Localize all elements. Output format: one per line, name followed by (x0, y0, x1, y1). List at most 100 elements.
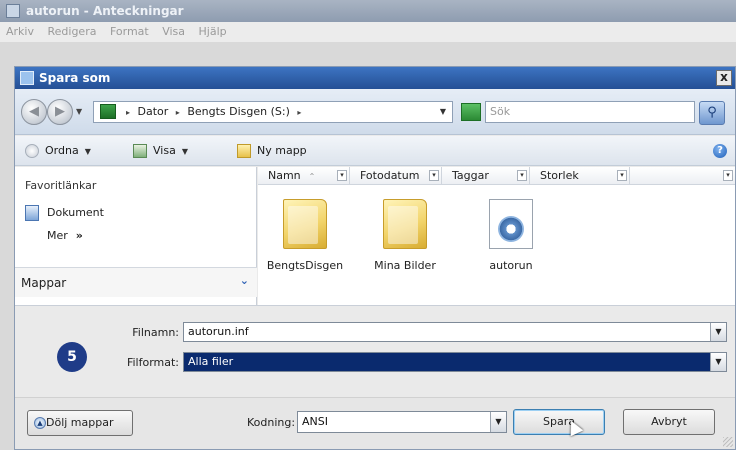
chevron-down-icon[interactable]: ▼ (490, 412, 506, 432)
file-name: autorun (489, 259, 533, 272)
encoding-select[interactable]: ANSI ▼ (297, 411, 507, 433)
address-breadcrumb[interactable]: ▸ Dator ▸ Bengts Disgen (S:) ▸ ▼ (93, 101, 453, 123)
save-as-dialog: Spara som x ◀ ▶ ▼ ▸ Dator ▸ Bengts Disge… (14, 66, 736, 450)
filetype-value: Alla filer (188, 355, 234, 368)
file-list: Namn ⌃ ▾ Fotodatum ▾ Taggar ▾ Storlek ▾ ▾… (258, 167, 735, 305)
organize-icon (25, 144, 39, 158)
favorites-heading: Favoritlänkar (25, 179, 97, 192)
file-item[interactable]: Mina Bilder (360, 199, 450, 272)
column-label: Fotodatum (360, 169, 420, 182)
hide-folders-button[interactable]: ▲ Dölj mappar (27, 410, 133, 436)
chevron-down-icon[interactable]: ▼ (710, 353, 726, 371)
save-button[interactable]: Spara (513, 409, 605, 435)
new-folder-button[interactable]: Ny mapp (237, 143, 307, 159)
folder-icon (283, 199, 327, 249)
column-header-fotodatum[interactable]: Fotodatum ▾ (350, 167, 442, 185)
filename-value: autorun.inf (188, 325, 249, 338)
file-name: Mina Bilder (374, 259, 436, 272)
refresh-button[interactable] (461, 103, 481, 121)
column-dropdown-icon[interactable]: ▾ (723, 170, 733, 181)
notepad-menubar: Arkiv Redigera Format Visa Hjälp (0, 22, 736, 42)
filename-form: 5 Filnamn: autorun.inf ▼ Filformat: Alla… (15, 305, 735, 397)
double-chevron-icon: » (75, 229, 83, 242)
views-label: Visa (153, 144, 176, 157)
hide-folders-label: Dölj mappar (46, 416, 114, 429)
chevron-up-icon: ▲ (34, 417, 46, 429)
dialog-icon (20, 71, 34, 85)
more-label: Mer (47, 229, 68, 242)
address-dropdown-icon[interactable]: ▼ (440, 102, 446, 122)
encoding-value: ANSI (302, 415, 328, 428)
column-header-empty[interactable]: ▾ (630, 167, 735, 185)
column-headers: Namn ⌃ ▾ Fotodatum ▾ Taggar ▾ Storlek ▾ ▾ (258, 167, 735, 185)
documents-icon (25, 205, 39, 221)
filename-label: Filnamn: (132, 326, 179, 339)
menu-arkiv[interactable]: Arkiv (6, 25, 34, 38)
favorite-item-dokument[interactable]: Dokument (25, 205, 104, 221)
close-button[interactable]: x (716, 70, 732, 86)
organize-button[interactable]: Ordna ▼ (25, 143, 91, 159)
column-header-taggar[interactable]: Taggar ▾ (442, 167, 530, 185)
chevron-down-icon: ⌄ (239, 274, 249, 287)
folder-icon (383, 199, 427, 249)
folders-label: Mappar (21, 276, 67, 290)
filename-field[interactable]: autorun.inf ▼ (183, 322, 727, 342)
resize-grip-icon[interactable] (723, 437, 733, 447)
back-button[interactable]: ◀ (21, 99, 47, 125)
favorite-label: Dokument (47, 206, 104, 219)
organize-label: Ordna (45, 144, 79, 157)
more-link[interactable]: Mer » (47, 229, 83, 242)
views-icon (133, 144, 147, 158)
chevron-down-icon[interactable]: ▼ (710, 323, 726, 341)
file-item[interactable]: autorun (466, 199, 556, 272)
breadcrumb-separator-icon[interactable]: ▸ (126, 108, 130, 117)
inf-file-icon (489, 199, 533, 249)
sort-indicator-icon: ⌃ (308, 172, 316, 181)
breadcrumb-drive[interactable]: Bengts Disgen (S:) (187, 105, 290, 118)
chevron-down-icon: ▼ (181, 147, 188, 156)
search-input[interactable]: Sök (485, 101, 695, 123)
filetype-select[interactable]: Alla filer ▼ (183, 352, 727, 372)
column-label: Taggar (452, 169, 489, 182)
new-folder-label: Ny mapp (257, 144, 307, 157)
column-dropdown-icon[interactable]: ▾ (429, 170, 439, 181)
filetype-label: Filformat: (126, 356, 179, 369)
dialog-button-bar: ▲ Dölj mappar Kodning: ANSI ▼ Spara Avbr… (15, 397, 735, 449)
encoding-label: Kodning: (247, 416, 296, 429)
column-label: Storlek (540, 169, 579, 182)
address-row: ◀ ▶ ▼ ▸ Dator ▸ Bengts Disgen (S:) ▸ ▼ S… (15, 89, 735, 135)
cancel-button[interactable]: Avbryt (623, 409, 715, 435)
column-dropdown-icon[interactable]: ▾ (337, 170, 347, 181)
breadcrumb-separator-icon[interactable]: ▸ (176, 108, 180, 117)
dialog-title: Spara som (39, 71, 111, 85)
forward-button[interactable]: ▶ (47, 99, 73, 125)
column-dropdown-icon[interactable]: ▾ (517, 170, 527, 181)
help-icon[interactable]: ? (713, 144, 727, 158)
column-dropdown-icon[interactable]: ▾ (617, 170, 627, 181)
navigation-pane: Favoritlänkar Dokument Mer » Mappar ⌄ (15, 167, 257, 305)
folders-toggle[interactable]: Mappar ⌄ (15, 267, 257, 297)
recent-pages-dropdown-icon[interactable]: ▼ (76, 107, 82, 116)
column-label: Namn (268, 169, 301, 182)
file-item[interactable]: BengtsDisgen (260, 199, 350, 272)
breadcrumb-separator-icon[interactable]: ▸ (297, 108, 301, 117)
new-folder-icon (237, 144, 251, 158)
menu-hjalp[interactable]: Hjälp (199, 25, 227, 38)
notepad-titlebar: autorun - Anteckningar (0, 0, 736, 22)
column-header-storlek[interactable]: Storlek ▾ (530, 167, 630, 185)
notepad-title: autorun - Anteckningar (26, 4, 184, 18)
notepad-icon (6, 4, 20, 18)
chevron-down-icon: ▼ (84, 147, 91, 156)
file-name: BengtsDisgen (266, 259, 344, 272)
dialog-titlebar: Spara som x (15, 67, 735, 89)
step-badge: 5 (57, 342, 87, 372)
drive-icon (100, 104, 116, 119)
column-header-namn[interactable]: Namn ⌃ ▾ (258, 167, 350, 185)
menu-format[interactable]: Format (110, 25, 149, 38)
command-toolbar: Ordna ▼ Visa ▼ Ny mapp ? (15, 136, 735, 166)
breadcrumb-dator[interactable]: Dator (138, 105, 169, 118)
search-icon[interactable]: ⚲ (699, 101, 725, 125)
menu-redigera[interactable]: Redigera (47, 25, 96, 38)
menu-visa[interactable]: Visa (162, 25, 185, 38)
views-button[interactable]: Visa ▼ (133, 143, 188, 159)
